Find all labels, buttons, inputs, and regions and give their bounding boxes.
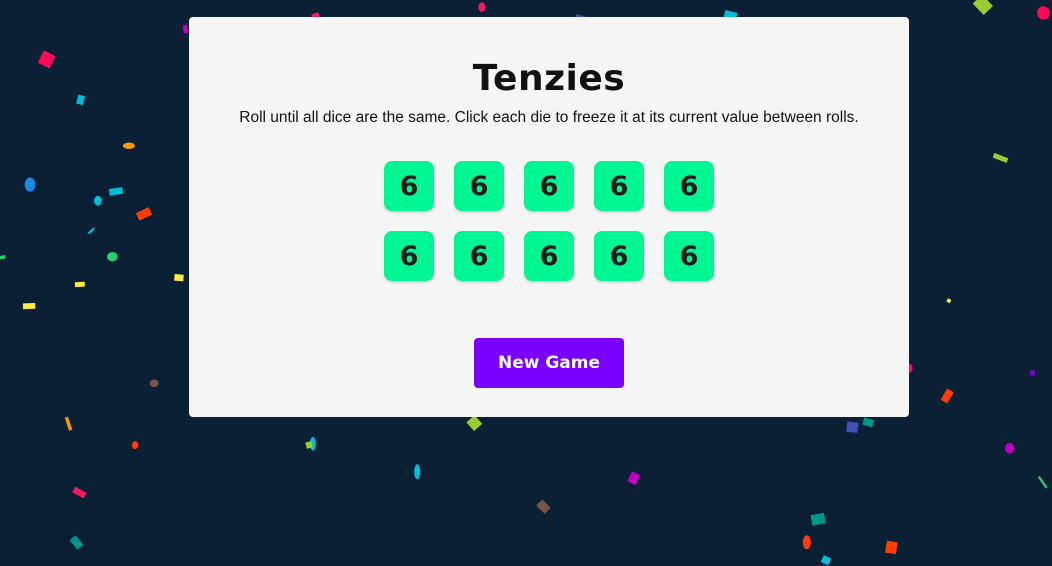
confetti-piece xyxy=(305,441,313,449)
confetti-piece xyxy=(135,207,153,221)
game-card: Tenzies Roll until all dice are the same… xyxy=(189,17,909,417)
confetti-piece xyxy=(862,417,875,428)
confetti-piece xyxy=(992,152,1009,163)
instructions-text: Roll until all dice are the same. Click … xyxy=(239,109,859,126)
confetti-piece xyxy=(536,499,551,514)
confetti-piece xyxy=(24,177,36,192)
confetti-piece xyxy=(940,388,954,404)
confetti-piece xyxy=(810,512,826,526)
confetti-piece xyxy=(627,471,641,486)
confetti-piece xyxy=(846,421,859,433)
confetti-piece xyxy=(131,441,139,450)
confetti-piece xyxy=(69,535,84,550)
dice-grid: 6 6 6 6 6 6 6 6 6 6 xyxy=(384,161,714,281)
confetti-piece xyxy=(74,281,85,288)
die-7[interactable]: 6 xyxy=(454,231,504,281)
confetti-piece xyxy=(76,94,86,106)
confetti-piece xyxy=(802,535,811,550)
confetti-piece xyxy=(1037,6,1050,20)
die-6[interactable]: 6 xyxy=(384,231,434,281)
die-10[interactable]: 6 xyxy=(664,231,714,281)
confetti-piece xyxy=(87,227,95,235)
die-9[interactable]: 6 xyxy=(594,231,644,281)
confetti-piece xyxy=(1037,475,1048,489)
die-1[interactable]: 6 xyxy=(384,161,434,211)
confetti-piece xyxy=(478,2,486,12)
confetti-piece xyxy=(174,274,184,282)
die-8[interactable]: 6 xyxy=(524,231,574,281)
confetti-piece xyxy=(122,142,135,149)
die-5[interactable]: 6 xyxy=(664,161,714,211)
confetti-piece xyxy=(1029,370,1036,376)
confetti-piece xyxy=(946,298,952,304)
confetti-piece xyxy=(37,50,56,69)
confetti-piece xyxy=(149,379,159,388)
confetti-piece xyxy=(972,0,993,16)
confetti-piece xyxy=(108,187,124,196)
confetti-piece xyxy=(885,540,898,555)
confetti-piece xyxy=(72,486,87,499)
die-3[interactable]: 6 xyxy=(524,161,574,211)
confetti-piece xyxy=(820,555,832,566)
confetti-piece xyxy=(94,195,102,206)
confetti-piece xyxy=(182,24,189,34)
new-game-button[interactable]: New Game xyxy=(474,338,624,388)
page-title: Tenzies xyxy=(472,58,626,99)
confetti-piece xyxy=(106,251,118,262)
confetti-piece xyxy=(64,416,73,431)
die-4[interactable]: 6 xyxy=(594,161,644,211)
confetti-piece xyxy=(0,255,6,261)
confetti-piece xyxy=(1004,442,1015,454)
confetti-piece xyxy=(22,302,36,310)
confetti-piece xyxy=(414,464,421,480)
confetti-piece xyxy=(466,415,483,432)
die-2[interactable]: 6 xyxy=(454,161,504,211)
confetti-piece xyxy=(309,437,316,451)
